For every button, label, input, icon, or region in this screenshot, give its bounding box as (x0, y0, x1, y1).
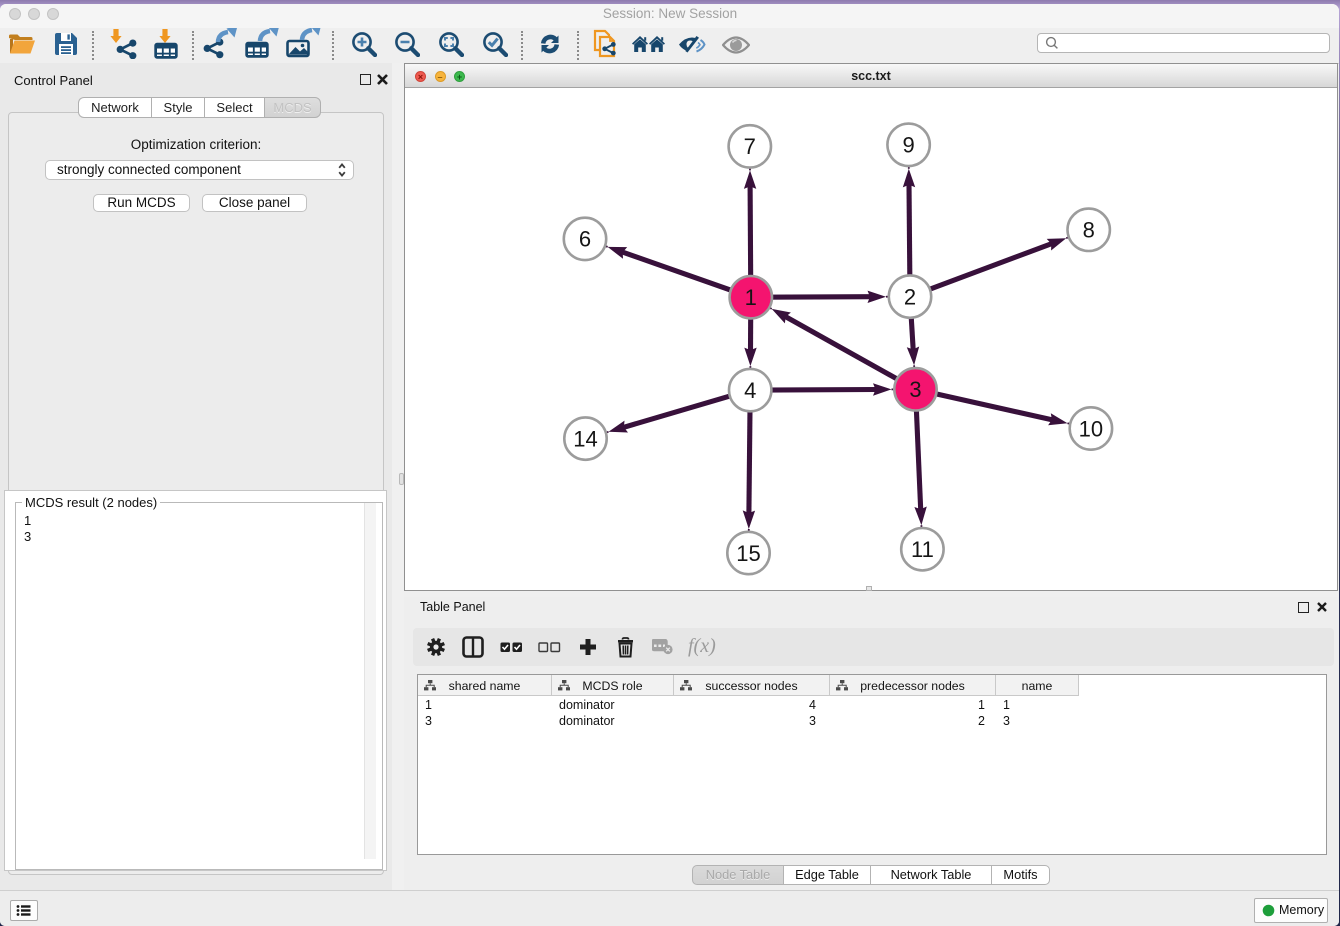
svg-text:14: 14 (573, 426, 597, 451)
svg-text:3: 3 (909, 377, 921, 402)
svg-text:4: 4 (744, 378, 756, 403)
svg-text:1: 1 (745, 285, 757, 310)
svg-text:11: 11 (911, 537, 934, 562)
svg-text:10: 10 (1079, 416, 1103, 441)
svg-text:8: 8 (1083, 218, 1095, 243)
svg-text:7: 7 (744, 134, 756, 159)
svg-text:6: 6 (579, 227, 591, 252)
svg-text:9: 9 (902, 133, 914, 158)
svg-text:15: 15 (736, 541, 760, 566)
svg-text:2: 2 (904, 284, 916, 309)
